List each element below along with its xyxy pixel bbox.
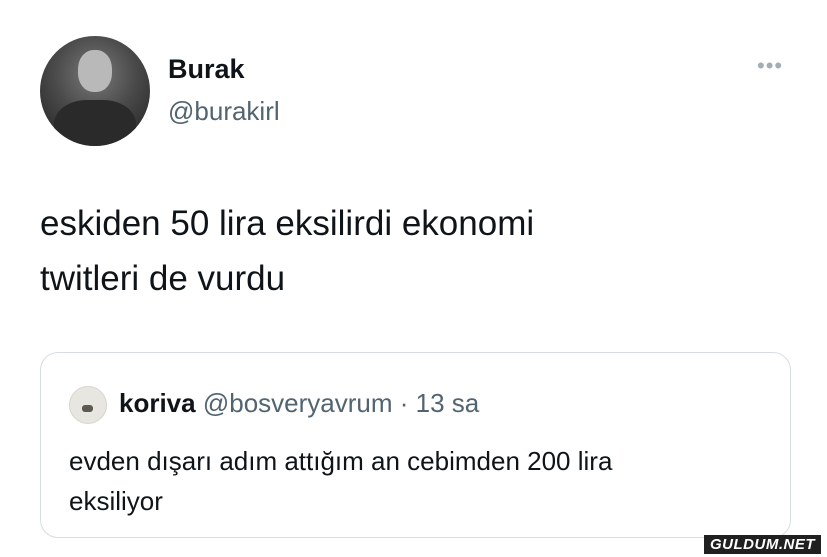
author-handle[interactable]: @burakirl bbox=[168, 96, 280, 127]
quoted-author-handle: @bosveryavrum bbox=[202, 388, 393, 418]
meta-separator: · bbox=[392, 388, 416, 418]
quoted-author-avatar bbox=[69, 386, 107, 424]
author-avatar[interactable] bbox=[40, 36, 150, 146]
quoted-timestamp: 13 sa bbox=[415, 388, 480, 418]
watermark: GULDUM.NET bbox=[704, 535, 821, 554]
quoted-tweet-text: evden dışarı adım attığım an cebimden 20… bbox=[69, 441, 769, 521]
avatar-body bbox=[54, 100, 136, 146]
tweet-text-line-1: eskiden 50 lira eksilirdi ekonomi bbox=[40, 204, 535, 243]
avatar-detail bbox=[82, 405, 93, 412]
quoted-tweet-card[interactable]: koriva @bosveryavrum · 13 sa evden dışar… bbox=[40, 352, 791, 538]
avatar-head bbox=[78, 50, 112, 92]
quoted-tweet-header: koriva @bosveryavrum · 13 sa bbox=[119, 388, 479, 419]
quoted-text-line-2: eksiliyor bbox=[69, 486, 163, 516]
quoted-text-line-1: evden dışarı adım attığım an cebimden 20… bbox=[69, 446, 613, 476]
more-options-icon[interactable]: ••• bbox=[757, 55, 783, 77]
tweet-text-line-2: twitleri de vurdu bbox=[40, 259, 286, 298]
tweet-text: eskiden 50 lira eksilirdi ekonomi twitle… bbox=[40, 196, 780, 306]
quoted-author-name: koriva bbox=[119, 388, 196, 418]
author-name[interactable]: Burak bbox=[168, 54, 245, 85]
